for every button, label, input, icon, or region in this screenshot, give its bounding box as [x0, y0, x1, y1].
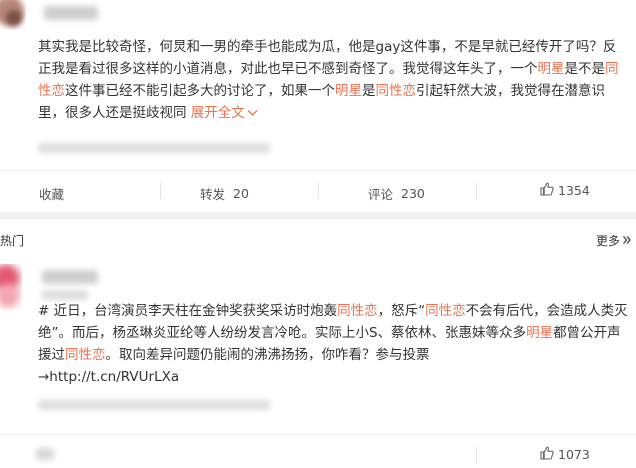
- post-text: # 近日，台湾演员李天柱在金钟奖获奖采访时炮轰同性恋，怒斥“同性恋不会有后代，会…: [38, 300, 628, 388]
- keyword-highlight[interactable]: 同性恋: [65, 347, 106, 363]
- keyword-highlight[interactable]: 同性恋: [337, 303, 378, 319]
- post-text-segment: ，怒斥“: [377, 303, 426, 319]
- repost-button[interactable]: 转发 20: [200, 184, 249, 203]
- post-meta-blurred: [38, 400, 270, 410]
- post-text-segment: 是: [362, 83, 376, 99]
- post-text-segment: 其实我是比较奇怪，何炅和一男的牵手也能成为瓜，他是gay这件事，不是早就已经传开…: [38, 39, 617, 77]
- avatar[interactable]: [0, 0, 26, 30]
- favorite-label-blurred[interactable]: [36, 448, 54, 460]
- comment-label: 评论: [368, 187, 394, 202]
- weibo-post-card: # 近日，台湾演员李天柱在金钟奖获奖采访时炮轰同性恋，怒斥“同性恋不会有后代，会…: [0, 250, 636, 468]
- avatar[interactable]: [0, 264, 22, 310]
- more-label: 更多: [595, 234, 620, 248]
- keyword-highlight[interactable]: 同性恋: [425, 303, 466, 319]
- like-count: 1073: [558, 447, 590, 462]
- post-text-segment: 。取向差异问题仍能闹的沸沸扬扬，你咋看？参与投票: [105, 347, 430, 363]
- section-title-hot: 热门: [0, 234, 25, 248]
- username-blurred[interactable]: [42, 270, 98, 284]
- weibo-post-card: 其实我是比较奇怪，何炅和一男的牵手也能成为瓜，他是gay这件事，不是早就已经传开…: [0, 0, 636, 212]
- like-count: 1354: [558, 183, 590, 198]
- post-text-segment: # 近日，台湾演员李天柱在金钟奖获奖采访时炮轰: [38, 303, 338, 319]
- like-button[interactable]: 1073: [540, 446, 590, 463]
- keyword-highlight[interactable]: 明星: [526, 325, 553, 341]
- comment-button[interactable]: 评论 230: [368, 184, 425, 203]
- expand-full-text-link[interactable]: 展开全文: [187, 105, 245, 121]
- post-text: 其实我是比较奇怪，何炅和一男的牵手也能成为瓜，他是gay这件事，不是早就已经传开…: [38, 36, 628, 124]
- post-meta-blurred: [42, 290, 88, 300]
- post-action-bar: 收藏 转发 20 评论 230 1354: [0, 170, 636, 210]
- hot-section-bar: 热门 更多: [0, 218, 636, 250]
- comment-count: 230: [401, 186, 425, 201]
- action-divider: [160, 183, 161, 199]
- post-text-segment: 这件事已经不能引起多大的讨论了，如果一个: [65, 83, 335, 99]
- username-blurred[interactable]: [44, 6, 98, 20]
- action-divider: [476, 183, 477, 199]
- favorite-label: 收藏: [39, 187, 65, 202]
- repost-count: 20: [233, 186, 249, 201]
- keyword-highlight[interactable]: 明星: [538, 61, 565, 77]
- favorite-button[interactable]: 收藏: [39, 184, 64, 203]
- action-divider: [476, 447, 477, 463]
- action-divider: [318, 183, 319, 199]
- thumbs-up-icon: [540, 182, 554, 199]
- more-link[interactable]: 更多: [596, 232, 632, 249]
- thumbs-up-icon: [540, 446, 554, 463]
- keyword-highlight[interactable]: 明星: [335, 83, 362, 99]
- post-text-segment: 是不是: [564, 61, 606, 77]
- post-meta-blurred: [38, 143, 270, 153]
- repost-label: 转发: [200, 187, 226, 202]
- keyword-highlight[interactable]: 同性恋: [376, 83, 417, 99]
- post-action-bar: 1073: [0, 434, 636, 468]
- short-url-link[interactable]: →http://t.cn/RVUrLXa: [38, 369, 179, 385]
- like-button[interactable]: 1354: [540, 182, 590, 199]
- chevron-right-double-icon: [622, 234, 632, 248]
- chevron-down-icon: [245, 105, 258, 121]
